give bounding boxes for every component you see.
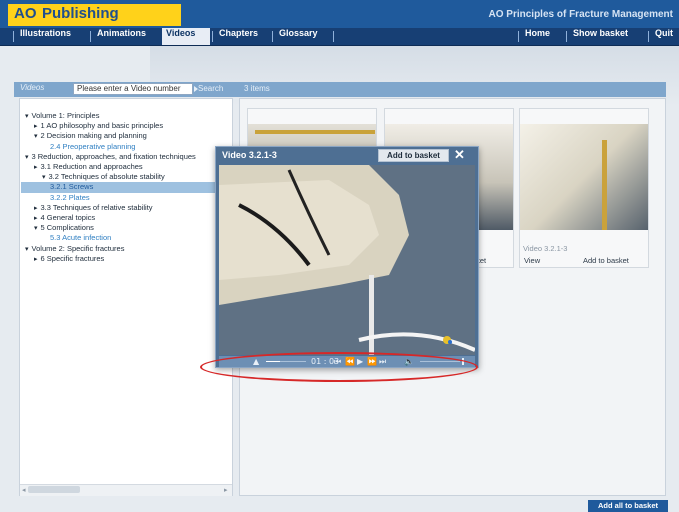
thumbnail-instrument	[602, 140, 607, 230]
expanded-arrow-icon[interactable]: ▾	[25, 245, 29, 253]
logo-ao-text: AO	[14, 5, 37, 22]
tree-item-label: Volume 1: Principles	[31, 111, 100, 120]
tree-item-label: 6 Specific fractures	[40, 253, 105, 263]
tree-item-label: 1 AO philosophy and basic principles	[40, 121, 164, 131]
nav-separator	[212, 31, 213, 42]
collapsed-arrow-icon[interactable]: ▸	[34, 204, 38, 212]
card-view-link[interactable]: View	[524, 256, 540, 265]
nav-separator	[648, 31, 649, 42]
video-scene	[219, 165, 475, 355]
nav-glossary[interactable]: Glossary	[275, 28, 322, 45]
video-thumbnail[interactable]	[520, 124, 648, 230]
tree-item-label: 3.2.2 Plates	[50, 192, 90, 202]
tree-item-label: 5 Complications	[40, 223, 94, 233]
items-count: 3 items	[244, 84, 270, 93]
tree-item-label: 2 Decision making and planning	[40, 131, 147, 141]
background-swoosh	[150, 46, 679, 106]
tree-item[interactable]: ▸ 6 Specific fractures	[34, 254, 104, 265]
tree-item-label: 5.3 Acute infection	[50, 233, 112, 243]
nav-quit[interactable]: Quit	[651, 28, 677, 45]
video-frame[interactable]	[219, 165, 475, 355]
logo-publishing-text: Publishing	[42, 5, 119, 22]
nav-separator	[566, 31, 567, 42]
nav-separator	[90, 31, 91, 42]
nav-separator	[13, 31, 14, 42]
nav-illustrations[interactable]: Illustrations	[16, 28, 75, 45]
search-button[interactable]: Search	[198, 84, 223, 93]
player-add-to-basket-button[interactable]: Add to basket	[378, 149, 449, 162]
nav-show-basket[interactable]: Show basket	[569, 28, 632, 45]
annotation-highlight-oval	[200, 352, 478, 382]
nav-videos[interactable]: Videos	[162, 28, 210, 45]
thumbnail-instrument	[255, 130, 375, 134]
nav-chapters[interactable]: Chapters	[215, 28, 262, 45]
close-icon[interactable]: ✕	[454, 147, 465, 163]
expanded-arrow-icon[interactable]: ▾	[25, 153, 29, 161]
tree-item-label: 3.2.1 Screws	[50, 182, 94, 192]
nav-separator	[333, 31, 334, 42]
collapsed-arrow-icon[interactable]: ▸	[34, 214, 38, 222]
nav-home[interactable]: Home	[521, 28, 554, 45]
tree-item-label: 2.4 Preoperative planning	[50, 141, 136, 151]
nav-separator	[272, 31, 273, 42]
collapsed-arrow-icon[interactable]: ▸	[34, 122, 38, 130]
app-title: AO Principles of Fracture Management	[488, 9, 674, 20]
tree-item-label: Volume 2: Specific fractures	[31, 243, 125, 253]
card-add-to-basket[interactable]: Add to basket	[583, 256, 629, 265]
expanded-arrow-icon[interactable]: ▾	[34, 224, 38, 232]
tree-item-label: 3.3 Techniques of relative stability	[40, 202, 153, 212]
scroll-left-icon[interactable]: ◂	[22, 486, 26, 494]
scrollbar-thumb[interactable]	[28, 486, 80, 493]
player-title: Video 3.2.1-3	[222, 150, 277, 160]
nav-animations[interactable]: Animations	[93, 28, 150, 45]
toolbar-label: Videos	[20, 83, 45, 92]
add-all-to-basket-button[interactable]: Add all to basket	[588, 500, 668, 512]
card-caption: Video 3.2.1-3	[523, 244, 568, 253]
scroll-right-icon[interactable]: ▸	[224, 486, 228, 494]
expanded-arrow-icon[interactable]: ▾	[42, 173, 46, 181]
tree-item-label: 4 General topics	[40, 213, 96, 222]
collapsed-arrow-icon[interactable]: ▸	[34, 255, 38, 263]
video-number-input[interactable]: Please enter a Video number	[73, 83, 193, 95]
tree-item-label: 3 Reduction, approaches, and fixation te…	[31, 151, 196, 161]
expanded-arrow-icon[interactable]: ▾	[25, 112, 29, 120]
tree-item-label: 3.1 Reduction and approaches	[40, 162, 143, 171]
nav-separator	[518, 31, 519, 42]
tree-item-label: 3.2 Techniques of absolute stability	[48, 172, 165, 182]
expanded-arrow-icon[interactable]: ▾	[34, 132, 38, 140]
collapsed-arrow-icon[interactable]: ▸	[34, 163, 38, 171]
